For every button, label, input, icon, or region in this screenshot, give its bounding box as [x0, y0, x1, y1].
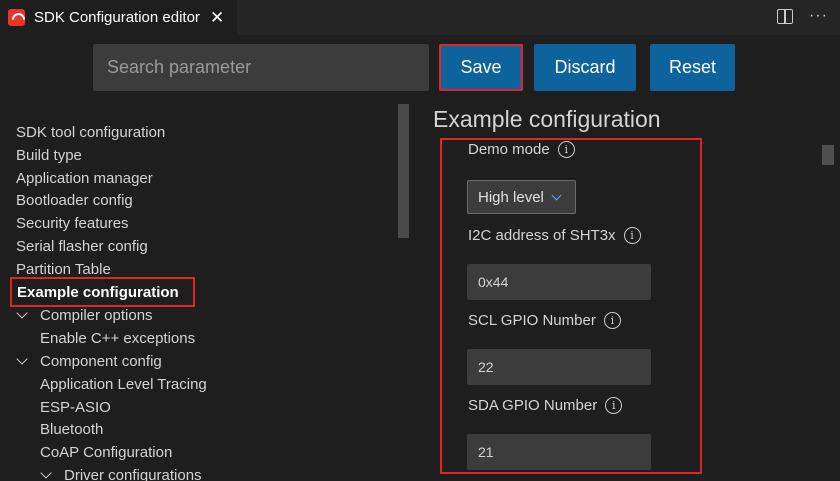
sidebar-item-example-configuration[interactable]: Example configuration	[17, 284, 179, 301]
i2c-address-label: I2C address of SHT3x i	[468, 227, 641, 244]
sidebar-item-component-config[interactable]: Component config	[16, 353, 162, 370]
sda-gpio-input[interactable]	[467, 434, 651, 470]
sidebar-item-partition-table[interactable]: Partition Table	[16, 261, 111, 278]
sidebar-item-sdk-tool-configuration[interactable]: SDK tool configuration	[16, 124, 165, 141]
reset-button[interactable]: Reset	[650, 44, 735, 91]
sidebar-item-enable-cpp-exceptions[interactable]: Enable C++ exceptions	[40, 330, 195, 347]
save-button[interactable]: Save	[439, 44, 523, 91]
sidebar-scrollbar[interactable]	[398, 104, 409, 238]
tab-title: SDK Configuration editor	[34, 9, 200, 26]
sidebar-item-application-level-tracing[interactable]: Application Level Tracing	[40, 376, 207, 393]
chevron-down-icon[interactable]	[16, 353, 28, 365]
split-editor-icon[interactable]	[777, 9, 794, 24]
chevron-down-icon[interactable]	[40, 467, 52, 479]
sidebar-item-serial-flasher-config[interactable]: Serial flasher config	[16, 238, 148, 255]
scl-gpio-label: SCL GPIO Number i	[468, 312, 621, 329]
sidebar-item-driver-configurations[interactable]: Driver configurations	[40, 467, 202, 481]
sidebar-item-label: Component config	[40, 353, 162, 370]
sidebar-item-esp-asio[interactable]: ESP-ASIO	[40, 399, 111, 416]
discard-button-label: Discard	[554, 57, 616, 77]
i2c-address-input[interactable]	[467, 264, 651, 300]
field-label-text: SDA GPIO Number	[468, 397, 598, 414]
main-scrollbar[interactable]	[822, 145, 834, 165]
field-label-text: I2C address of SHT3x	[468, 227, 616, 244]
section-title: Example configuration	[433, 106, 661, 132]
chevron-down-icon	[551, 190, 562, 201]
demo-mode-label: Demo mode i	[468, 141, 575, 158]
sidebar-item-compiler-options[interactable]: Compiler options	[16, 307, 153, 324]
sidebar-item-security-features[interactable]: Security features	[16, 215, 129, 232]
info-icon[interactable]: i	[605, 397, 623, 414]
sidebar-item-bluetooth[interactable]: Bluetooth	[40, 421, 103, 438]
sidebar-item-label: Driver configurations	[64, 467, 202, 481]
reset-button-label: Reset	[668, 57, 717, 77]
info-icon[interactable]: i	[623, 227, 641, 244]
sidebar-item-coap-configuration[interactable]: CoAP Configuration	[40, 444, 172, 461]
search-input[interactable]	[93, 44, 429, 91]
save-button-label: Save	[460, 57, 502, 77]
more-actions-icon[interactable]: ···	[809, 6, 828, 26]
editor-tab-bar: SDK Configuration editor ✕ ···	[0, 0, 840, 35]
editor-actions: ···	[777, 6, 828, 26]
sidebar-item-bootloader-config[interactable]: Bootloader config	[16, 192, 133, 209]
sidebar-item-build-type[interactable]: Build type	[16, 147, 82, 164]
chevron-down-icon[interactable]	[16, 307, 28, 319]
sda-gpio-label: SDA GPIO Number i	[468, 397, 623, 414]
sidebar-item-label: Compiler options	[40, 307, 153, 324]
info-icon[interactable]: i	[557, 141, 575, 158]
discard-button[interactable]: Discard	[534, 44, 636, 91]
demo-mode-value: High level	[478, 188, 544, 206]
espressif-logo-icon	[8, 9, 25, 26]
demo-mode-select[interactable]: High level	[467, 180, 576, 214]
sidebar-item-application-manager[interactable]: Application manager	[16, 170, 153, 187]
field-label-text: SCL GPIO Number	[468, 312, 596, 329]
info-icon[interactable]: i	[603, 312, 621, 329]
close-icon[interactable]: ✕	[210, 9, 224, 26]
scl-gpio-input[interactable]	[467, 349, 651, 385]
tab-sdk-configuration-editor[interactable]: SDK Configuration editor ✕	[0, 0, 237, 35]
field-label-text: Demo mode	[468, 141, 550, 158]
